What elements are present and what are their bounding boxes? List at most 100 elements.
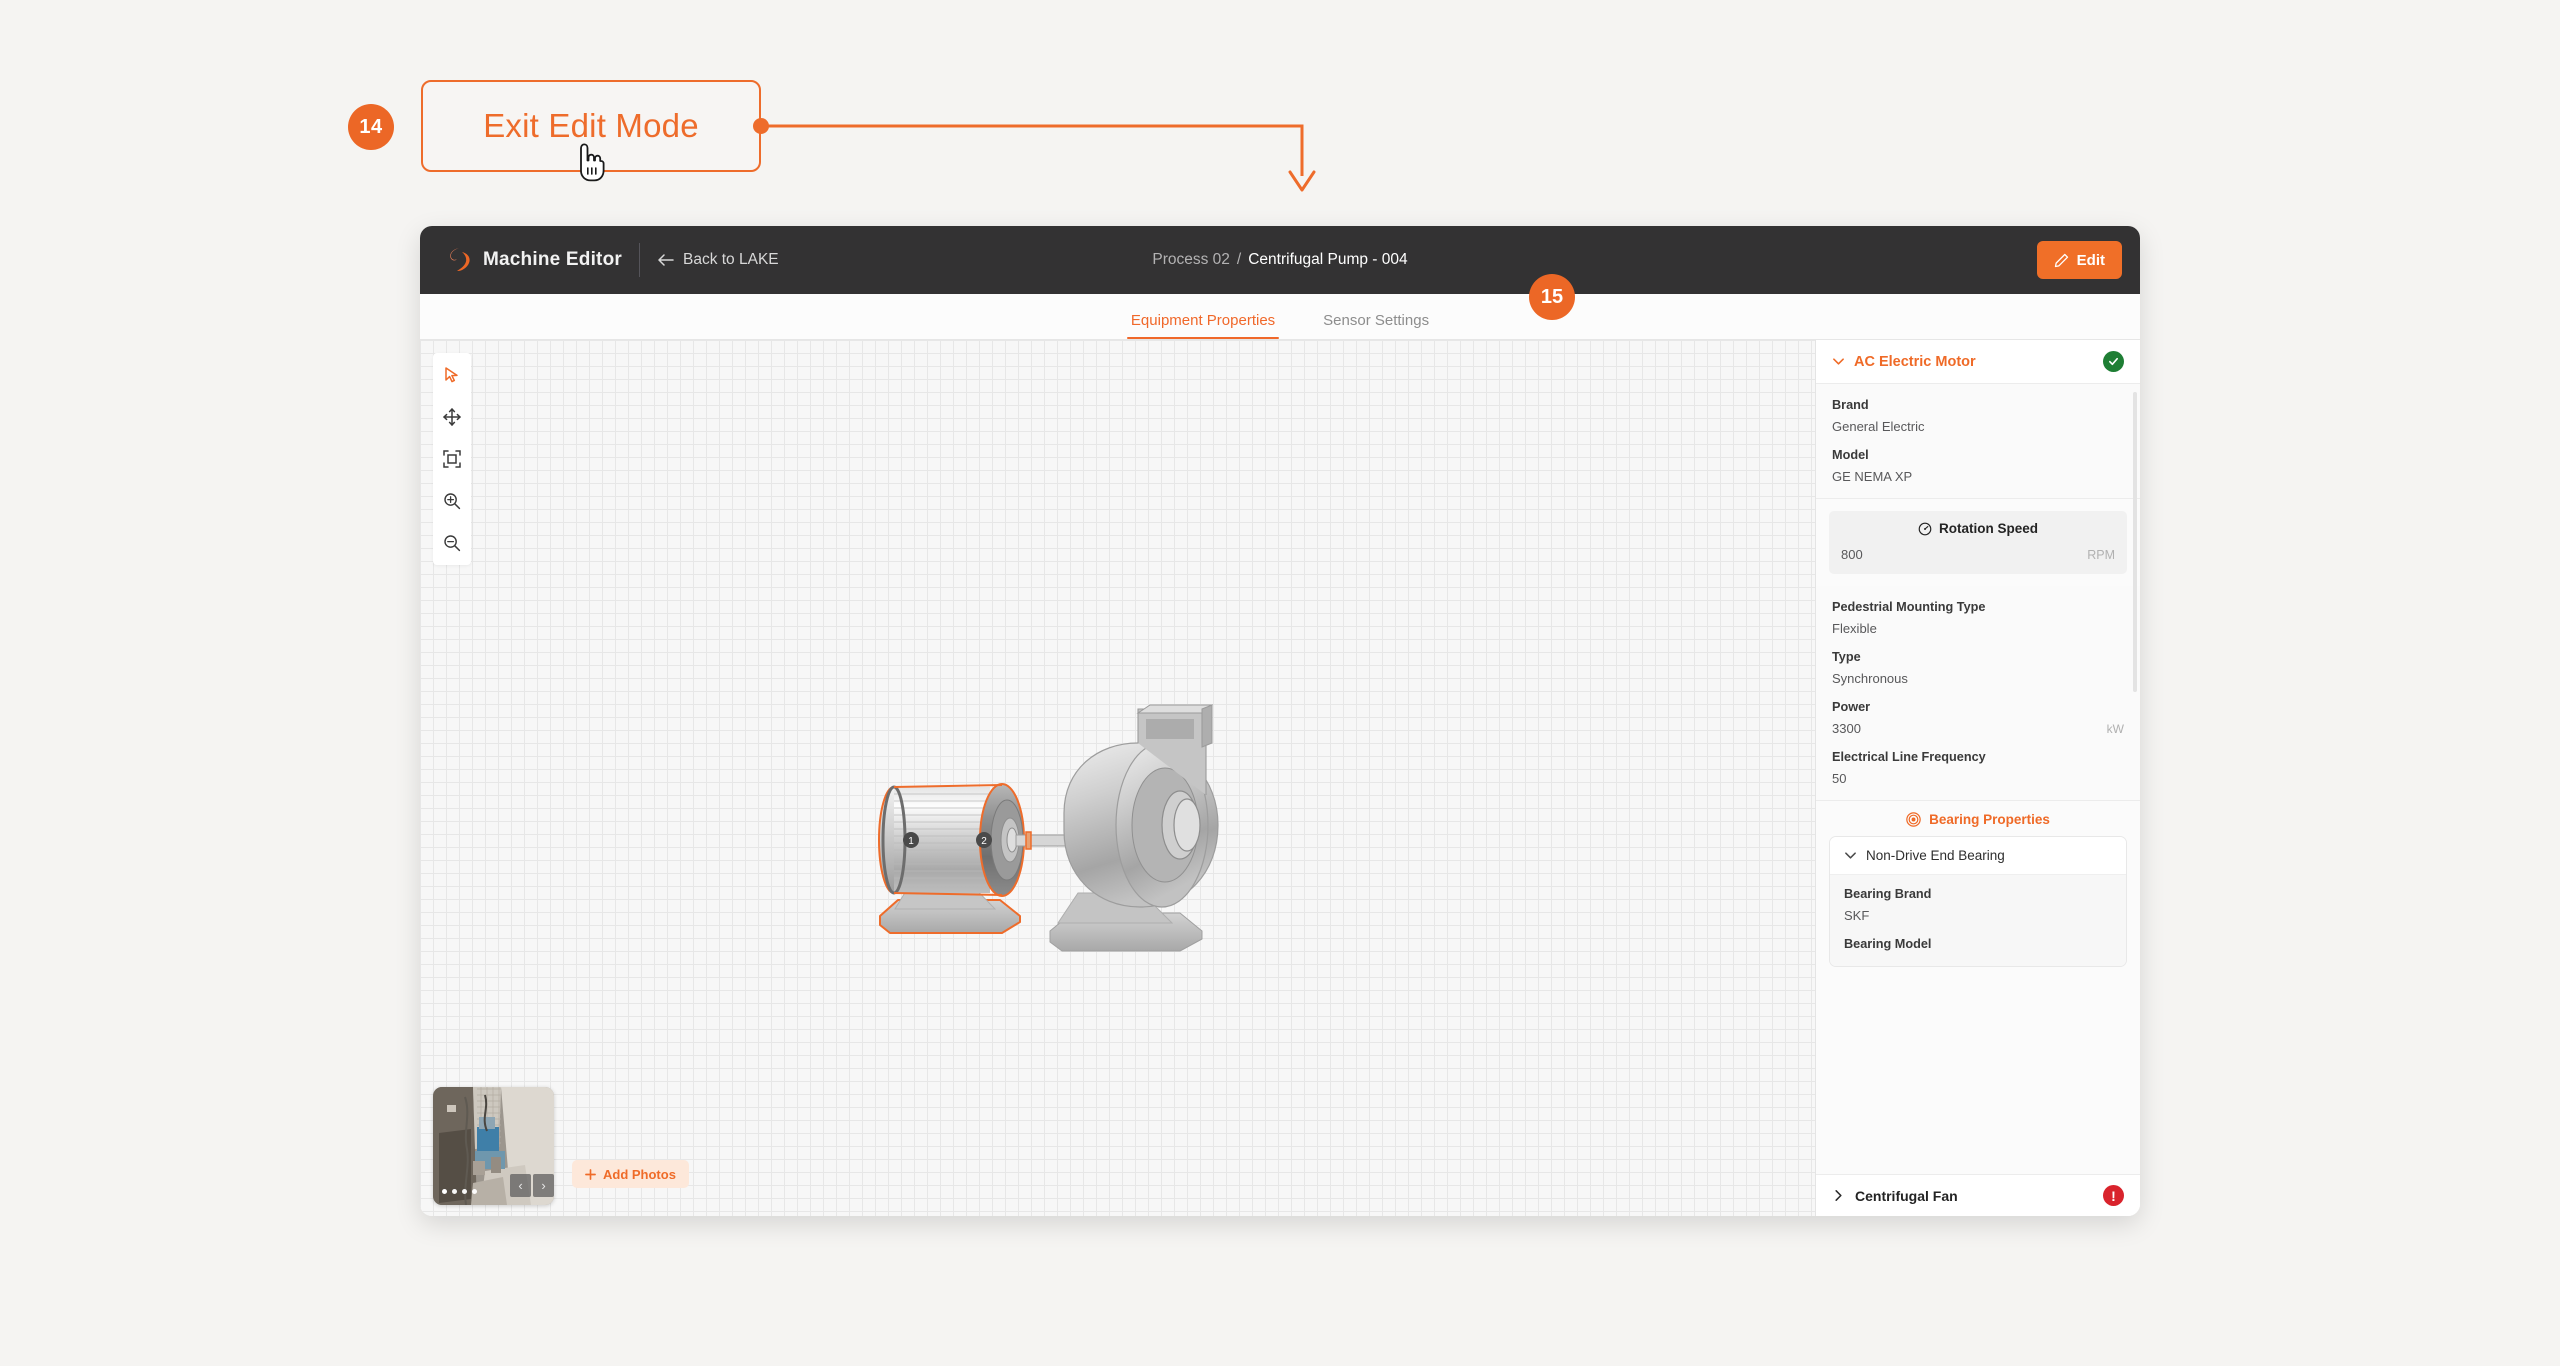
mouse-cursor-pointing-hand-icon bbox=[580, 143, 605, 182]
properties-scroll-area[interactable]: AC Electric Motor Brand General Electric… bbox=[1816, 340, 2140, 1174]
exclamation-icon: ! bbox=[2111, 1187, 2116, 1204]
field-power-label: Power bbox=[1832, 700, 1871, 714]
field-electrical-line-frequency: Electrical Line Frequency 50 bbox=[1832, 750, 2124, 786]
field-bearing-model: Bearing Model bbox=[1844, 937, 2112, 951]
photo-dots bbox=[442, 1189, 477, 1194]
app-logo-icon bbox=[450, 248, 470, 272]
field-power-text: 3300 bbox=[1832, 721, 1861, 736]
properties-scrollbar[interactable] bbox=[2133, 392, 2137, 692]
photo-next-button[interactable]: › bbox=[533, 1174, 554, 1197]
arrow-left-icon bbox=[658, 254, 674, 266]
field-brand: Brand General Electric bbox=[1832, 398, 2124, 434]
photo-dot[interactable] bbox=[472, 1189, 477, 1194]
tab-sensor-settings[interactable]: Sensor Settings bbox=[1319, 312, 1433, 339]
photo-dot[interactable] bbox=[452, 1189, 457, 1194]
tab-equipment-properties[interactable]: Equipment Properties bbox=[1126, 312, 1280, 339]
ac-electric-motor-shape: 1 2 bbox=[878, 783, 1025, 934]
chevron-down-icon bbox=[1845, 852, 1856, 859]
photo-dot[interactable] bbox=[462, 1189, 467, 1194]
divider bbox=[1816, 498, 2140, 499]
photo-dot[interactable] bbox=[442, 1189, 447, 1194]
machine-assembly-illustration[interactable]: 1 2 bbox=[850, 695, 1270, 980]
bearing-properties-title: Bearing Properties bbox=[1929, 812, 2050, 827]
photo-prev-button[interactable]: ‹ bbox=[510, 1174, 531, 1197]
motor-marker-1: 1 bbox=[903, 832, 919, 848]
breadcrumb-parent[interactable]: Process 02 bbox=[1152, 251, 1230, 269]
field-electrical-line-frequency-value[interactable]: 50 bbox=[1832, 771, 2124, 786]
field-pedestrial-mounting-type-text: Flexible bbox=[1832, 621, 1877, 636]
machine-editor-window: Machine Editor Back to LAKE Process 02 /… bbox=[420, 226, 2140, 1216]
edit-button-label: Edit bbox=[2076, 251, 2105, 269]
equipment-photo-thumbnail[interactable]: ‹ › bbox=[433, 1087, 554, 1205]
field-model-value[interactable]: GE NEMA XP bbox=[1832, 469, 2124, 484]
metric-header: Rotation Speed bbox=[1841, 521, 2115, 536]
fit-to-screen-icon[interactable] bbox=[440, 447, 464, 471]
photo-prev-icon: ‹ bbox=[518, 1178, 523, 1193]
field-power-unit: kW bbox=[2106, 721, 2124, 736]
metric-title: Rotation Speed bbox=[1938, 521, 2038, 536]
app-header: Machine Editor Back to LAKE Process 02 /… bbox=[420, 226, 2140, 294]
bearing-card-body: Bearing Brand SKF Bearing Model bbox=[1830, 875, 2126, 966]
photo-next-icon: › bbox=[541, 1178, 546, 1193]
step-badge-14-number: 14 bbox=[359, 115, 383, 138]
metric-value: 800 bbox=[1841, 547, 1863, 562]
chevron-right-icon bbox=[1835, 1190, 1842, 1201]
brand-name: Machine Editor bbox=[483, 249, 622, 270]
breadcrumb-current: Centrifugal Pump - 004 bbox=[1248, 251, 1408, 268]
chevron-down-icon bbox=[1833, 358, 1844, 365]
field-group-secondary: Pedestrial Mounting Type Flexible Type S… bbox=[1816, 586, 2140, 800]
field-bearing-brand-text: SKF bbox=[1844, 908, 1870, 923]
machine-canvas[interactable]: 1 2 ‹ › Add Photos bbox=[420, 340, 1815, 1216]
tab-equipment-properties-label: Equipment Properties bbox=[1130, 312, 1276, 329]
zoom-in-icon[interactable] bbox=[440, 489, 464, 513]
bearing-icon bbox=[1906, 812, 1921, 827]
pan-move-icon[interactable] bbox=[440, 405, 464, 429]
field-type-label: Type bbox=[1832, 650, 1861, 664]
field-group-primary: Brand General Electric Model GE NEMA XP bbox=[1816, 384, 2140, 498]
field-model: Model GE NEMA XP bbox=[1832, 448, 2124, 484]
section-header-centrifugal-fan[interactable]: Centrifugal Fan ! bbox=[1816, 1174, 2140, 1216]
select-cursor-icon[interactable] bbox=[440, 363, 464, 387]
gauge-icon bbox=[1918, 522, 1932, 535]
bearing-card-non-drive-end: Non-Drive End Bearing Bearing Brand SKF … bbox=[1829, 836, 2127, 967]
edit-button[interactable]: Edit bbox=[2036, 241, 2122, 279]
check-icon bbox=[2109, 357, 2118, 366]
bearing-properties-header: Bearing Properties bbox=[1816, 800, 2140, 836]
field-power-value[interactable]: 3300 kW bbox=[1832, 721, 2124, 736]
callout-label: Exit Edit Mode bbox=[483, 107, 699, 144]
status-badge-error: ! bbox=[2103, 1185, 2124, 1206]
canvas-toolbar bbox=[433, 353, 471, 565]
pencil-icon bbox=[2054, 253, 2068, 267]
field-bearing-brand-value[interactable]: SKF bbox=[1844, 908, 2112, 923]
add-photos-button[interactable]: Add Photos bbox=[572, 1160, 689, 1188]
field-pedestrial-mounting-type-value[interactable]: Flexible bbox=[1832, 621, 2124, 636]
plus-icon bbox=[585, 1168, 596, 1180]
field-bearing-model-label: Bearing Model bbox=[1844, 937, 1932, 951]
section-title: AC Electric Motor bbox=[1854, 353, 1976, 370]
zoom-out-icon[interactable] bbox=[440, 531, 464, 555]
back-to-lake-button[interactable]: Back to LAKE bbox=[657, 251, 779, 269]
field-pedestrial-mounting-type-label: Pedestrial Mounting Type bbox=[1832, 600, 1986, 614]
field-type-value[interactable]: Synchronous bbox=[1832, 671, 2124, 686]
motor-marker-2: 2 bbox=[976, 832, 992, 848]
field-type: Type Synchronous bbox=[1832, 650, 2124, 686]
field-electrical-line-frequency-label: Electrical Line Frequency bbox=[1832, 750, 1986, 764]
metric-card-rotation-speed[interactable]: Rotation Speed 800 RPM bbox=[1829, 511, 2127, 574]
section-header-ac-electric-motor[interactable]: AC Electric Motor bbox=[1816, 340, 2140, 384]
svg-text:1: 1 bbox=[908, 836, 914, 847]
bearing-card-header[interactable]: Non-Drive End Bearing bbox=[1830, 837, 2126, 875]
metric-value-row: 800 RPM bbox=[1841, 547, 2115, 562]
field-brand-label: Brand bbox=[1832, 398, 1869, 412]
brand[interactable]: Machine Editor bbox=[436, 246, 622, 274]
field-bearing-brand: Bearing Brand SKF bbox=[1844, 887, 2112, 923]
step-badge-15-number: 15 bbox=[1540, 285, 1564, 308]
back-to-lake-label: Back to LAKE bbox=[682, 251, 779, 268]
field-power: Power 3300 kW bbox=[1832, 700, 2124, 736]
field-brand-value[interactable]: General Electric bbox=[1832, 419, 2124, 434]
tab-sensor-settings-label: Sensor Settings bbox=[1323, 312, 1430, 329]
field-brand-text: General Electric bbox=[1832, 419, 1925, 434]
field-bearing-brand-label: Bearing Brand bbox=[1844, 887, 1932, 901]
header-divider bbox=[638, 243, 640, 277]
app-body: 1 2 ‹ › Add Photos AC Electric Motor Bra… bbox=[420, 340, 2140, 1216]
bearing-card-title: Non-Drive End Bearing bbox=[1866, 848, 2005, 863]
